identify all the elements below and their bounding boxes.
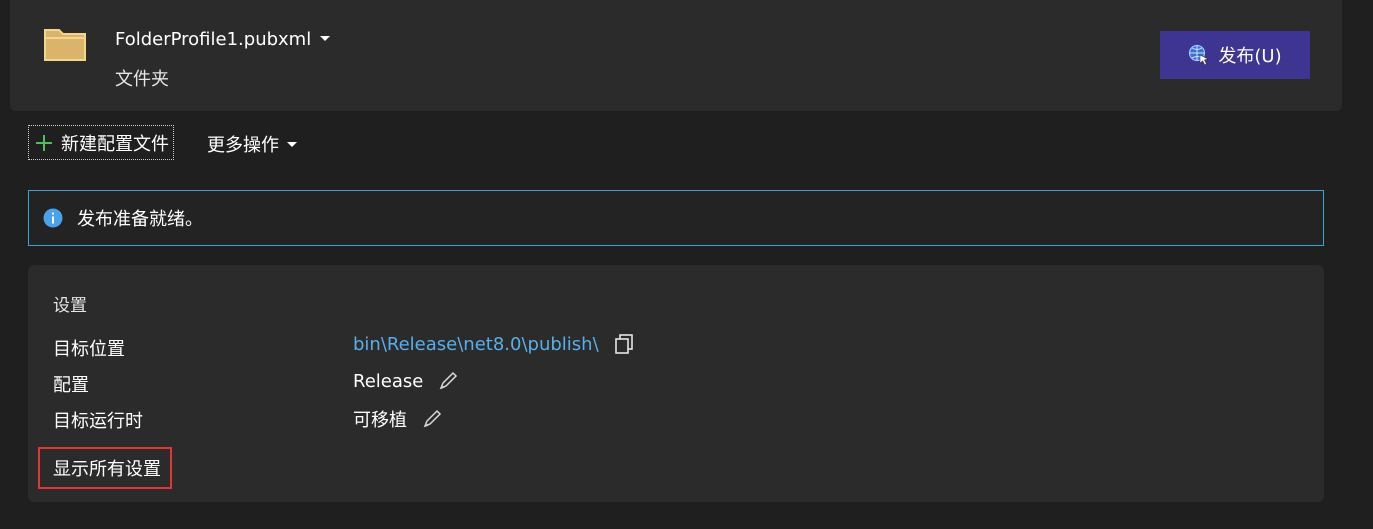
pencil-icon[interactable] (437, 370, 459, 392)
folder-icon (44, 29, 86, 61)
profile-card: FolderProfile1.pubxml 文件夹 发布(U) (10, 0, 1342, 111)
configuration-value: Release (353, 370, 459, 392)
configuration-text: Release (353, 370, 424, 392)
info-bar: 发布准备就绪。 (28, 190, 1324, 246)
info-message: 发布准备就绪。 (77, 209, 203, 230)
copy-icon[interactable] (613, 333, 635, 355)
plus-icon (36, 134, 52, 151)
target-runtime-text: 可移植 (353, 410, 407, 431)
settings-card: 设置 目标位置 bin\Release\net8.0\publish\ 配置 R… (28, 265, 1324, 502)
configuration-label: 配置 (53, 375, 89, 396)
target-runtime-value: 可移植 (353, 406, 443, 432)
pencil-icon[interactable] (421, 408, 443, 430)
more-actions-label: 更多操作 (207, 135, 279, 156)
chevron-down-icon[interactable] (319, 32, 331, 44)
target-location-value: bin\Release\net8.0\publish\ (353, 333, 635, 355)
publish-button-label: 发布(U) (1218, 46, 1282, 67)
profile-type: 文件夹 (115, 69, 169, 90)
show-all-settings-label: 显示所有设置 (53, 459, 161, 480)
caret-down-icon (287, 142, 297, 147)
target-location-link[interactable]: bin\Release\net8.0\publish\ (353, 334, 599, 355)
new-profile-label: 新建配置文件 (61, 133, 169, 155)
target-runtime-label: 目标运行时 (53, 411, 143, 432)
new-profile-button[interactable]: 新建配置文件 (28, 125, 174, 160)
more-actions-menu[interactable]: 更多操作 (207, 131, 297, 157)
globe-publish-icon (1189, 44, 1210, 66)
profile-name[interactable]: FolderProfile1.pubxml (115, 29, 311, 50)
info-icon (43, 208, 63, 228)
publish-button[interactable]: 发布(U) (1160, 31, 1310, 79)
show-all-settings-link[interactable]: 显示所有设置 (38, 447, 172, 489)
target-location-label: 目标位置 (53, 339, 125, 360)
settings-title: 设置 (53, 296, 87, 316)
